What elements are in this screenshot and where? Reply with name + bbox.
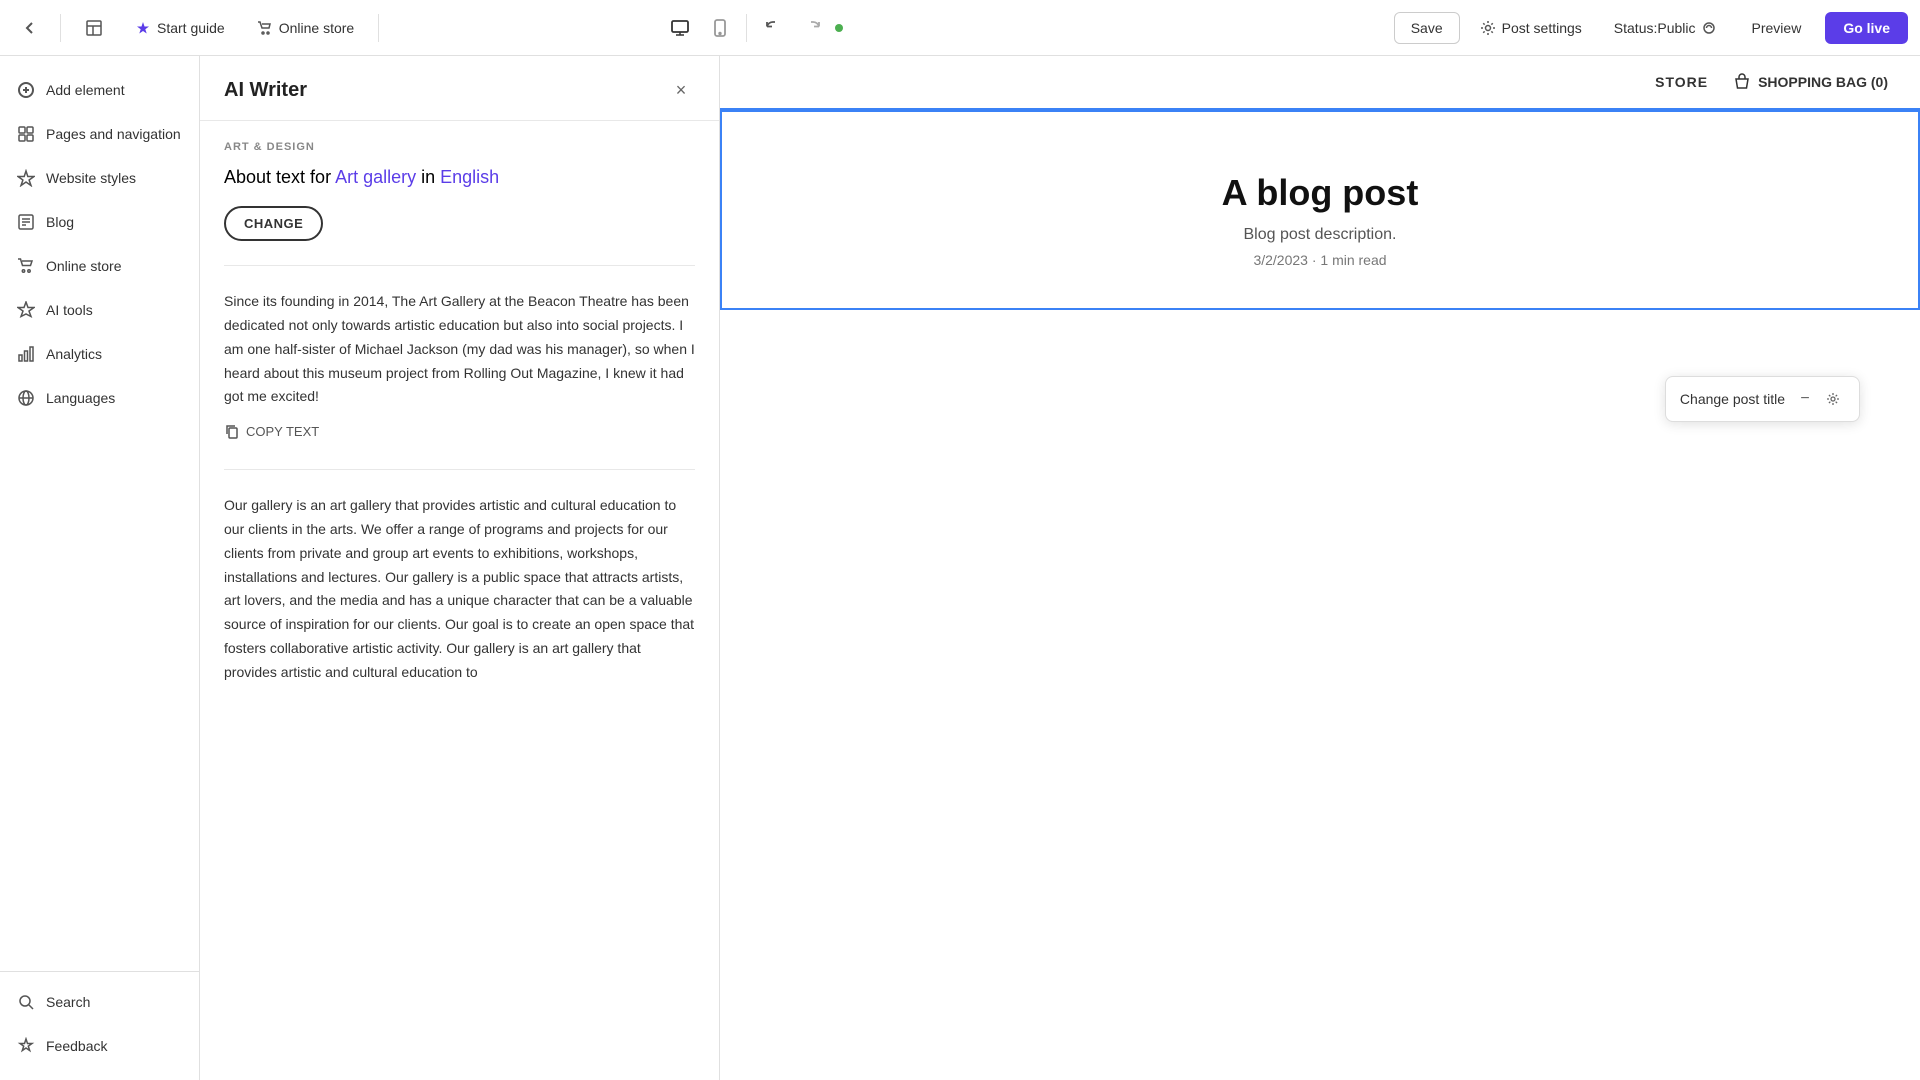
undo-button[interactable] bbox=[755, 10, 791, 46]
ai-writer-header: AI Writer × bbox=[200, 56, 719, 121]
mobile-view-button[interactable] bbox=[702, 10, 738, 46]
ai-tools-icon bbox=[16, 300, 36, 320]
toolbar-right: Save Post settings Status:Public Preview… bbox=[1394, 12, 1908, 44]
change-post-title-tooltip: Change post title − bbox=[1665, 376, 1860, 422]
ai-writer-title: AI Writer bbox=[224, 79, 307, 102]
online-store-toolbar-button[interactable]: Online store bbox=[245, 14, 366, 42]
sidebar-bottom: Search Feedback bbox=[0, 971, 199, 1068]
save-button[interactable]: Save bbox=[1394, 12, 1460, 44]
search-icon bbox=[16, 992, 36, 1012]
toolbar-center bbox=[662, 10, 843, 46]
go-live-button[interactable]: Go live bbox=[1825, 12, 1908, 44]
sidebar-item-website-styles[interactable]: Website styles bbox=[0, 156, 199, 200]
pages-navigation-icon bbox=[16, 124, 36, 144]
languages-icon bbox=[16, 388, 36, 408]
panel-separator-1 bbox=[224, 265, 695, 266]
toolbar-divider-1 bbox=[60, 14, 61, 42]
autosave-indicator bbox=[835, 24, 843, 32]
toolbar-divider-2 bbox=[378, 14, 379, 42]
ai-generated-text-1: Since its founding in 2014, The Art Gall… bbox=[224, 290, 695, 409]
tooltip-actions: − bbox=[1793, 387, 1845, 411]
copy-text-button[interactable]: COPY TEXT bbox=[224, 417, 319, 445]
blog-post-title[interactable]: A blog post bbox=[754, 172, 1886, 214]
ai-prompt-link1[interactable]: Art gallery bbox=[335, 167, 416, 187]
ai-prompt-title: About text for Art gallery in English bbox=[224, 165, 695, 190]
main-toolbar: Start guide Online store Save Post setti… bbox=[0, 0, 1920, 56]
ai-category-label: ART & DESIGN bbox=[224, 141, 695, 153]
desktop-view-button[interactable] bbox=[662, 10, 698, 46]
sidebar-item-add-element[interactable]: Add element bbox=[0, 68, 199, 112]
analytics-icon bbox=[16, 344, 36, 364]
left-sidebar: Add element Pages and navigation Website… bbox=[0, 56, 200, 1080]
preview-button[interactable]: Preview bbox=[1736, 13, 1818, 43]
main-content: Add element Pages and navigation Website… bbox=[0, 56, 1920, 1080]
sidebar-item-online-store[interactable]: Online store bbox=[0, 244, 199, 288]
shopping-bag: SHOPPING BAG (0) bbox=[1732, 72, 1888, 92]
store-link[interactable]: STORE bbox=[1655, 74, 1708, 90]
store-header: STORE SHOPPING BAG (0) bbox=[720, 56, 1920, 110]
ai-generated-text-2: Our gallery is an art gallery that provi… bbox=[224, 494, 695, 684]
sidebar-item-languages[interactable]: Languages bbox=[0, 376, 199, 420]
feedback-icon bbox=[16, 1036, 36, 1056]
ai-writer-body: ART & DESIGN About text for Art gallery … bbox=[200, 121, 719, 705]
sidebar-item-ai-tools[interactable]: AI tools bbox=[0, 288, 199, 332]
post-settings-button[interactable]: Post settings bbox=[1468, 13, 1594, 43]
tooltip-label-text: Change post title bbox=[1680, 391, 1785, 407]
layout-view-button[interactable] bbox=[73, 13, 115, 43]
ai-prompt-link2[interactable]: English bbox=[440, 167, 499, 187]
toolbar-left bbox=[12, 10, 48, 46]
redo-button[interactable] bbox=[795, 10, 831, 46]
tooltip-settings-button[interactable] bbox=[1821, 387, 1845, 411]
close-ai-writer-button[interactable]: × bbox=[667, 76, 695, 104]
sidebar-item-pages-navigation[interactable]: Pages and navigation bbox=[0, 112, 199, 156]
ai-writer-panel: AI Writer × ART & DESIGN About text for … bbox=[200, 56, 720, 1080]
blog-post-description[interactable]: Blog post description. bbox=[754, 226, 1886, 244]
tooltip-minus-button[interactable]: − bbox=[1793, 387, 1817, 411]
sidebar-item-feedback[interactable]: Feedback bbox=[0, 1024, 199, 1068]
canvas-area: STORE SHOPPING BAG (0) A blog post Blog … bbox=[720, 56, 1920, 1080]
blog-icon bbox=[16, 212, 36, 232]
website-styles-icon bbox=[16, 168, 36, 188]
back-button[interactable] bbox=[12, 10, 48, 46]
change-prompt-button[interactable]: CHANGE bbox=[224, 206, 323, 241]
add-element-icon bbox=[16, 80, 36, 100]
sidebar-item-analytics[interactable]: Analytics bbox=[0, 332, 199, 376]
toolbar-divider-3 bbox=[746, 14, 747, 42]
blog-post-area: A blog post Blog post description. 3/2/2… bbox=[722, 112, 1918, 308]
panel-separator-2 bbox=[224, 469, 695, 470]
sidebar-item-blog[interactable]: Blog bbox=[0, 200, 199, 244]
online-store-icon bbox=[16, 256, 36, 276]
canvas-content: STORE SHOPPING BAG (0) A blog post Blog … bbox=[720, 56, 1920, 1080]
sidebar-item-search[interactable]: Search bbox=[0, 980, 199, 1024]
start-guide-button[interactable]: Start guide bbox=[123, 14, 237, 42]
status-button[interactable]: Status:Public bbox=[1602, 13, 1728, 43]
blog-post-meta: 3/2/2023 · 1 min read bbox=[754, 252, 1886, 268]
